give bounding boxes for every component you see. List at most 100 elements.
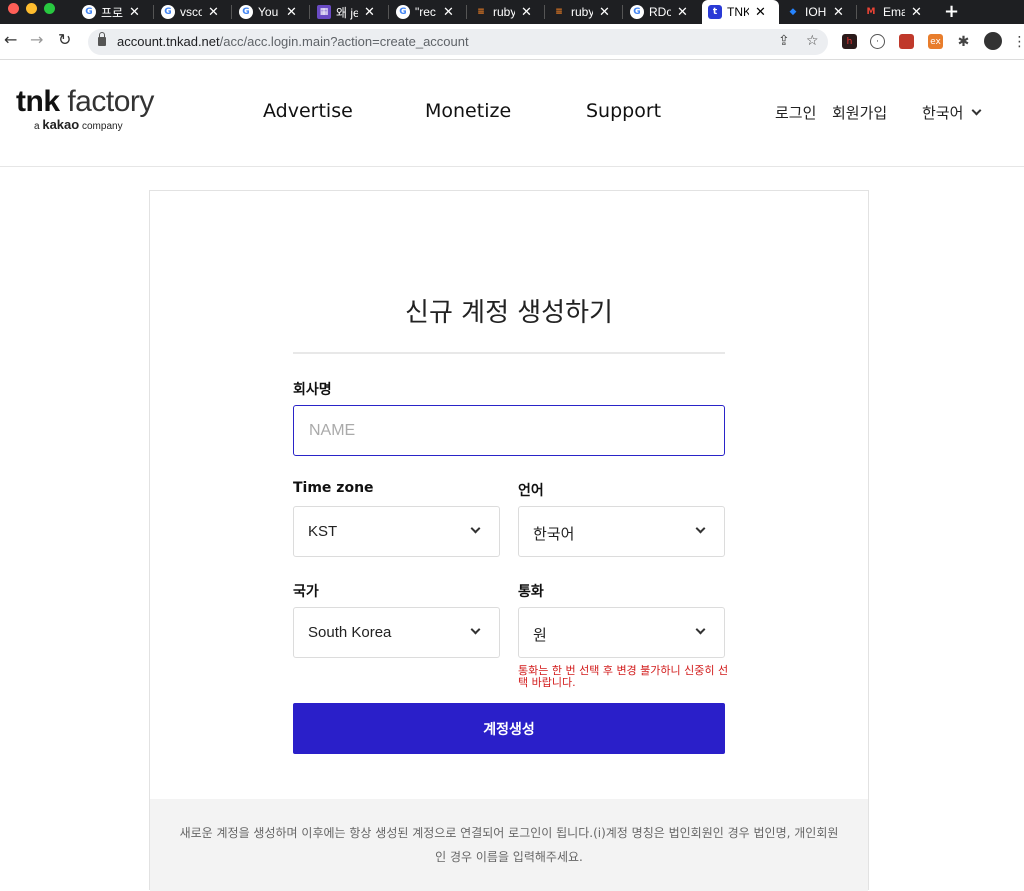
tab-close-icon[interactable]: ✕: [364, 5, 375, 20]
tab-close-icon[interactable]: ✕: [129, 5, 140, 20]
browser-tab[interactable]: ≡ ruby ✕: [468, 0, 545, 24]
currency-select[interactable]: 원: [518, 607, 725, 658]
tab-title: "rec: [415, 5, 436, 19]
page-title: 신규 계정 생성하기: [405, 298, 613, 328]
note-line: 새로운 계정을 생성하며 이후에는 항상 생성된 계정으로 연결되어 로그인이 …: [179, 826, 839, 840]
currency-label: 통화: [518, 584, 544, 600]
nav-support[interactable]: Support: [586, 100, 661, 122]
login-link[interactable]: 로그인: [775, 102, 816, 123]
account-info-note: 새로운 계정을 생성하며 이후에는 항상 생성된 계정으로 연결되어 로그인이 …: [150, 799, 868, 891]
tab-close-icon[interactable]: ✕: [286, 5, 297, 20]
image-icon: ▦: [317, 5, 331, 19]
tnk-factory-logo[interactable]: tnk factory a kakao company: [16, 85, 154, 132]
tab-title: 프로: [101, 5, 123, 20]
browser-tab[interactable]: G vsco ✕: [155, 0, 232, 24]
url-omnibox[interactable]: account.tnkad.net/acc/acc.login.main?act…: [88, 29, 828, 55]
timezone-label: Time zone: [293, 480, 374, 496]
browser-tab[interactable]: ◆ IOH ✕: [780, 0, 857, 24]
signup-link[interactable]: 회원가입: [832, 102, 887, 123]
browser-tab[interactable]: G 프로 ✕: [76, 0, 154, 24]
country-select[interactable]: South Korea: [293, 607, 500, 658]
browser-tab[interactable]: G RDo ✕: [624, 0, 701, 24]
extension-icon[interactable]: h: [842, 34, 857, 49]
language-selector[interactable]: 한국어: [922, 102, 982, 123]
note-line: 인 경우 이름을 입력해주세요.: [435, 850, 583, 864]
back-arrow-icon[interactable]: ←: [4, 30, 17, 49]
minimize-window-button[interactable]: [26, 3, 37, 14]
language-value: 한국어: [533, 526, 575, 543]
google-icon: G: [82, 5, 96, 19]
language-select[interactable]: 한국어: [518, 506, 725, 557]
currency-warning: 통화는 한 번 선택 후 변경 불가하니 신중히 선택 바랍니다.: [518, 664, 729, 689]
extension-icon[interactable]: ·: [870, 34, 885, 49]
google-icon: G: [630, 5, 644, 19]
browser-tab[interactable]: M Ema ✕: [858, 0, 936, 24]
tab-title: ruby: [571, 5, 593, 19]
avatar[interactable]: [984, 32, 1002, 50]
bookmark-star-icon[interactable]: ☆: [806, 33, 819, 49]
browser-tab[interactable]: G "rec ✕: [390, 0, 467, 24]
new-tab-button[interactable]: +: [944, 1, 959, 22]
create-account-card: 신규 계정 생성하기 회사명 Time zone KST 언어 한국어 국가 S…: [149, 190, 869, 891]
tab-close-icon[interactable]: ✕: [208, 5, 219, 20]
google-icon: G: [161, 5, 175, 19]
chevron-down-icon: [971, 105, 982, 116]
title-divider: [293, 352, 725, 354]
maximize-window-button[interactable]: [44, 3, 55, 14]
google-icon: G: [239, 5, 253, 19]
tab-title: Ema: [883, 5, 905, 19]
chevron-down-icon: [695, 624, 706, 635]
browser-tab[interactable]: ▦ 왜 je ✕: [311, 0, 389, 24]
tab-close-icon[interactable]: ✕: [755, 5, 766, 20]
browser-tab-active[interactable]: t TNK ✕: [702, 0, 779, 24]
tnk-icon: t: [708, 5, 722, 19]
currency-value: 원: [533, 627, 547, 644]
address-bar: ← → ↻ account.tnkad.net/acc/acc.login.ma…: [0, 24, 1024, 60]
jira-icon: ◆: [789, 7, 797, 17]
extension-icon[interactable]: [899, 34, 914, 49]
browser-tab-bar: G 프로 ✕ G vsco ✕ G You ✕ ▦ 왜 je ✕ G "rec …: [0, 0, 1024, 24]
tab-close-icon[interactable]: ✕: [911, 5, 922, 20]
timezone-select[interactable]: KST: [293, 506, 500, 557]
company-name-input[interactable]: [293, 405, 725, 456]
close-window-button[interactable]: [8, 3, 19, 14]
company-name-label: 회사명: [293, 382, 332, 398]
puzzle-icon[interactable]: ✱: [956, 34, 971, 50]
google-icon: G: [396, 5, 410, 19]
tab-title: TNK: [727, 5, 749, 19]
chevron-down-icon: [695, 523, 706, 534]
tab-close-icon[interactable]: ✕: [833, 5, 844, 20]
more-menu-icon[interactable]: ⋮: [1012, 34, 1024, 50]
country-value: South Korea: [308, 624, 392, 641]
browser-tab[interactable]: G You ✕: [233, 0, 310, 24]
language-label: 언어: [518, 483, 544, 499]
tab-title: vsco: [180, 5, 202, 19]
tab-title: 왜 je: [336, 5, 358, 20]
tab-title: You: [258, 5, 279, 19]
nav-advertise[interactable]: Advertise: [263, 100, 353, 122]
tab-title: IOH: [805, 5, 827, 19]
site-header: tnk factory a kakao company Advertise Mo…: [0, 61, 1024, 167]
tab-title: ruby: [493, 5, 515, 19]
forward-arrow-icon[interactable]: →: [30, 30, 43, 49]
nav-monetize[interactable]: Monetize: [425, 100, 511, 122]
share-icon[interactable]: ⇪: [778, 33, 790, 49]
reload-icon[interactable]: ↻: [58, 30, 71, 49]
country-label: 국가: [293, 584, 319, 600]
url-text[interactable]: account.tnkad.net/acc/acc.login.main?act…: [117, 34, 469, 49]
create-account-button[interactable]: 계정생성: [293, 703, 725, 754]
timezone-value: KST: [308, 523, 338, 540]
browser-tab[interactable]: ≡ ruby ✕: [546, 0, 623, 24]
tab-close-icon[interactable]: ✕: [443, 5, 454, 20]
tab-title: RDo: [649, 5, 671, 19]
lock-icon[interactable]: [98, 32, 106, 46]
stackoverflow-icon: ≡: [555, 7, 563, 17]
tab-close-icon[interactable]: ✕: [521, 5, 532, 20]
extension-icon[interactable]: ex: [928, 34, 943, 49]
tab-close-icon[interactable]: ✕: [599, 5, 610, 20]
stackoverflow-icon: ≡: [477, 7, 485, 17]
tab-close-icon[interactable]: ✕: [677, 5, 688, 20]
chevron-down-icon: [470, 624, 481, 635]
chevron-down-icon: [470, 523, 481, 534]
gmail-icon: M: [866, 7, 876, 17]
